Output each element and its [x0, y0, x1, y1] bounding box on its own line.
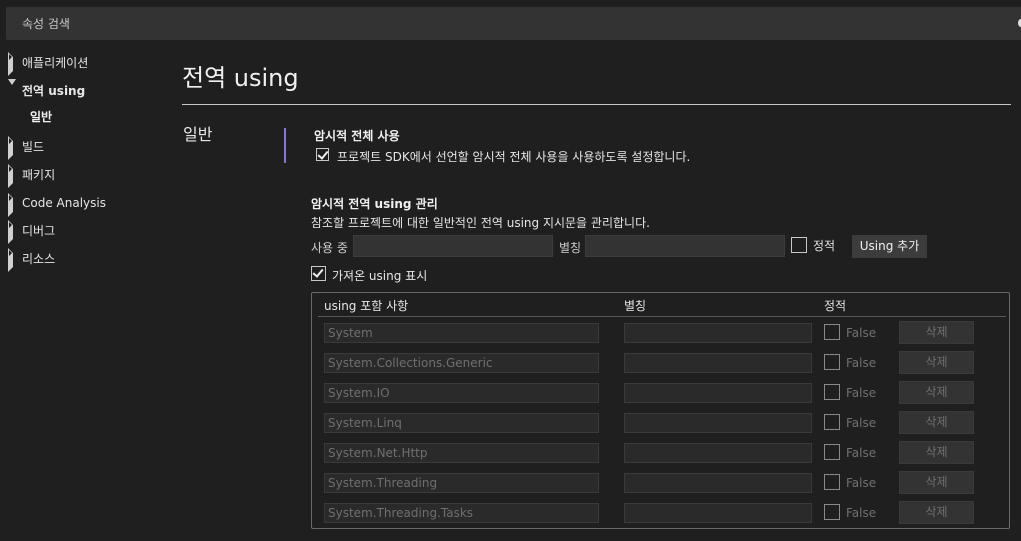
- row-delete-button[interactable]: 삭제: [899, 411, 974, 434]
- column-header-alias: 별칭: [624, 299, 647, 313]
- chevron-right-icon: [8, 52, 16, 76]
- row-static-checkbox: [824, 354, 840, 370]
- sidebar-item-label: 애플리케이션: [22, 55, 89, 70]
- search-box[interactable]: [6, 7, 1021, 40]
- row-using-cell: System.IO: [324, 383, 599, 403]
- row-alias-cell: [624, 323, 812, 343]
- row-static-checkbox: [824, 384, 840, 400]
- sidebar-item-application[interactable]: 애플리케이션: [0, 52, 89, 76]
- sidebar-item-resources[interactable]: 리소스: [0, 248, 56, 272]
- chevron-right-icon: [8, 164, 16, 188]
- row-static-checkbox: [824, 414, 840, 430]
- alias-field-label: 별칭: [559, 241, 582, 255]
- chevron-right-icon: [8, 193, 16, 217]
- manage-usings-heading: 암시적 전역 using 관리: [311, 197, 438, 211]
- implicit-usings-checkbox[interactable]: [316, 148, 329, 161]
- column-header-static: 정적: [824, 299, 847, 313]
- page-title: 전역 using: [182, 64, 299, 92]
- add-using-button[interactable]: Using 추가: [852, 235, 927, 258]
- manage-usings-description: 참조할 프로젝트에 대한 일반적인 전역 using 지시문을 관리합니다.: [311, 216, 650, 230]
- row-static-value: False: [846, 416, 877, 430]
- row-using-cell: System.Collections.Generic: [324, 353, 599, 373]
- row-static-value: False: [846, 506, 877, 520]
- row-delete-button[interactable]: 삭제: [899, 501, 974, 524]
- row-alias-cell: [624, 383, 812, 403]
- row-static-value: False: [846, 356, 877, 370]
- row-using-cell: System.Threading.Tasks: [324, 503, 599, 523]
- row-using-cell: System.Linq: [324, 413, 599, 433]
- row-alias-cell: [624, 353, 812, 373]
- sidebar-subitem-general[interactable]: 일반: [30, 108, 52, 125]
- column-header-using: using 포함 사항: [324, 299, 409, 313]
- chevron-down-icon: [8, 79, 16, 99]
- sidebar-item-label: 디버그: [22, 223, 56, 238]
- sidebar-item-label: 빌드: [22, 139, 45, 154]
- row-static-value: False: [846, 446, 877, 460]
- search-input[interactable]: [6, 7, 1021, 40]
- sidebar-item-label: 전역 using: [22, 83, 86, 98]
- grid-header-divider: [318, 316, 1006, 317]
- static-label: 정적: [813, 239, 836, 253]
- using-field-label: 사용 중: [311, 241, 348, 255]
- alias-input[interactable]: [585, 235, 785, 257]
- row-alias-cell: [624, 413, 812, 433]
- implicit-usings-heading: 암시적 전체 사용: [314, 129, 400, 143]
- row-alias-cell: [624, 473, 812, 493]
- row-delete-button[interactable]: 삭제: [899, 441, 974, 464]
- chevron-right-icon: [8, 136, 16, 160]
- title-divider: [182, 104, 1011, 105]
- sidebar-item-code-analysis[interactable]: Code Analysis: [0, 193, 106, 217]
- row-alias-cell: [624, 503, 812, 523]
- section-accent-bar: [284, 128, 286, 163]
- row-static-checkbox: [824, 324, 840, 340]
- row-static-checkbox: [824, 444, 840, 460]
- sidebar-item-build[interactable]: 빌드: [0, 136, 45, 160]
- row-using-cell: System: [324, 323, 599, 343]
- row-delete-button[interactable]: 삭제: [899, 351, 974, 374]
- implicit-usings-label: 프로젝트 SDK에서 선언할 암시적 전체 사용을 사용하도록 설정합니다.: [337, 150, 691, 164]
- row-delete-button[interactable]: 삭제: [899, 471, 974, 494]
- show-imported-checkbox[interactable]: [311, 266, 326, 281]
- top-bar: [0, 0, 1021, 46]
- row-using-cell: System.Net.Http: [324, 443, 599, 463]
- row-static-checkbox: [824, 504, 840, 520]
- sidebar-item-label: Code Analysis: [22, 196, 106, 210]
- sidebar-item-debug[interactable]: 디버그: [0, 220, 56, 244]
- row-static-checkbox: [824, 474, 840, 490]
- row-static-value: False: [846, 326, 877, 340]
- sidebar-item-global-using[interactable]: 전역 using: [0, 79, 86, 100]
- sidebar-item-package[interactable]: 패키지: [0, 164, 56, 188]
- chevron-right-icon: [8, 220, 16, 244]
- row-alias-cell: [624, 443, 812, 463]
- sidebar-item-label: 패키지: [22, 167, 56, 182]
- row-delete-button[interactable]: 삭제: [899, 381, 974, 404]
- row-static-value: False: [846, 476, 877, 490]
- row-delete-button[interactable]: 삭제: [899, 321, 974, 344]
- chevron-right-icon: [8, 248, 16, 272]
- sidebar-item-label: 리소스: [22, 251, 56, 266]
- row-using-cell: System.Threading: [324, 473, 599, 493]
- static-checkbox[interactable]: [791, 237, 807, 253]
- show-imported-label: 가져온 using 표시: [332, 269, 428, 283]
- using-input[interactable]: [353, 235, 553, 257]
- section-label: 일반: [183, 125, 213, 144]
- row-static-value: False: [846, 386, 877, 400]
